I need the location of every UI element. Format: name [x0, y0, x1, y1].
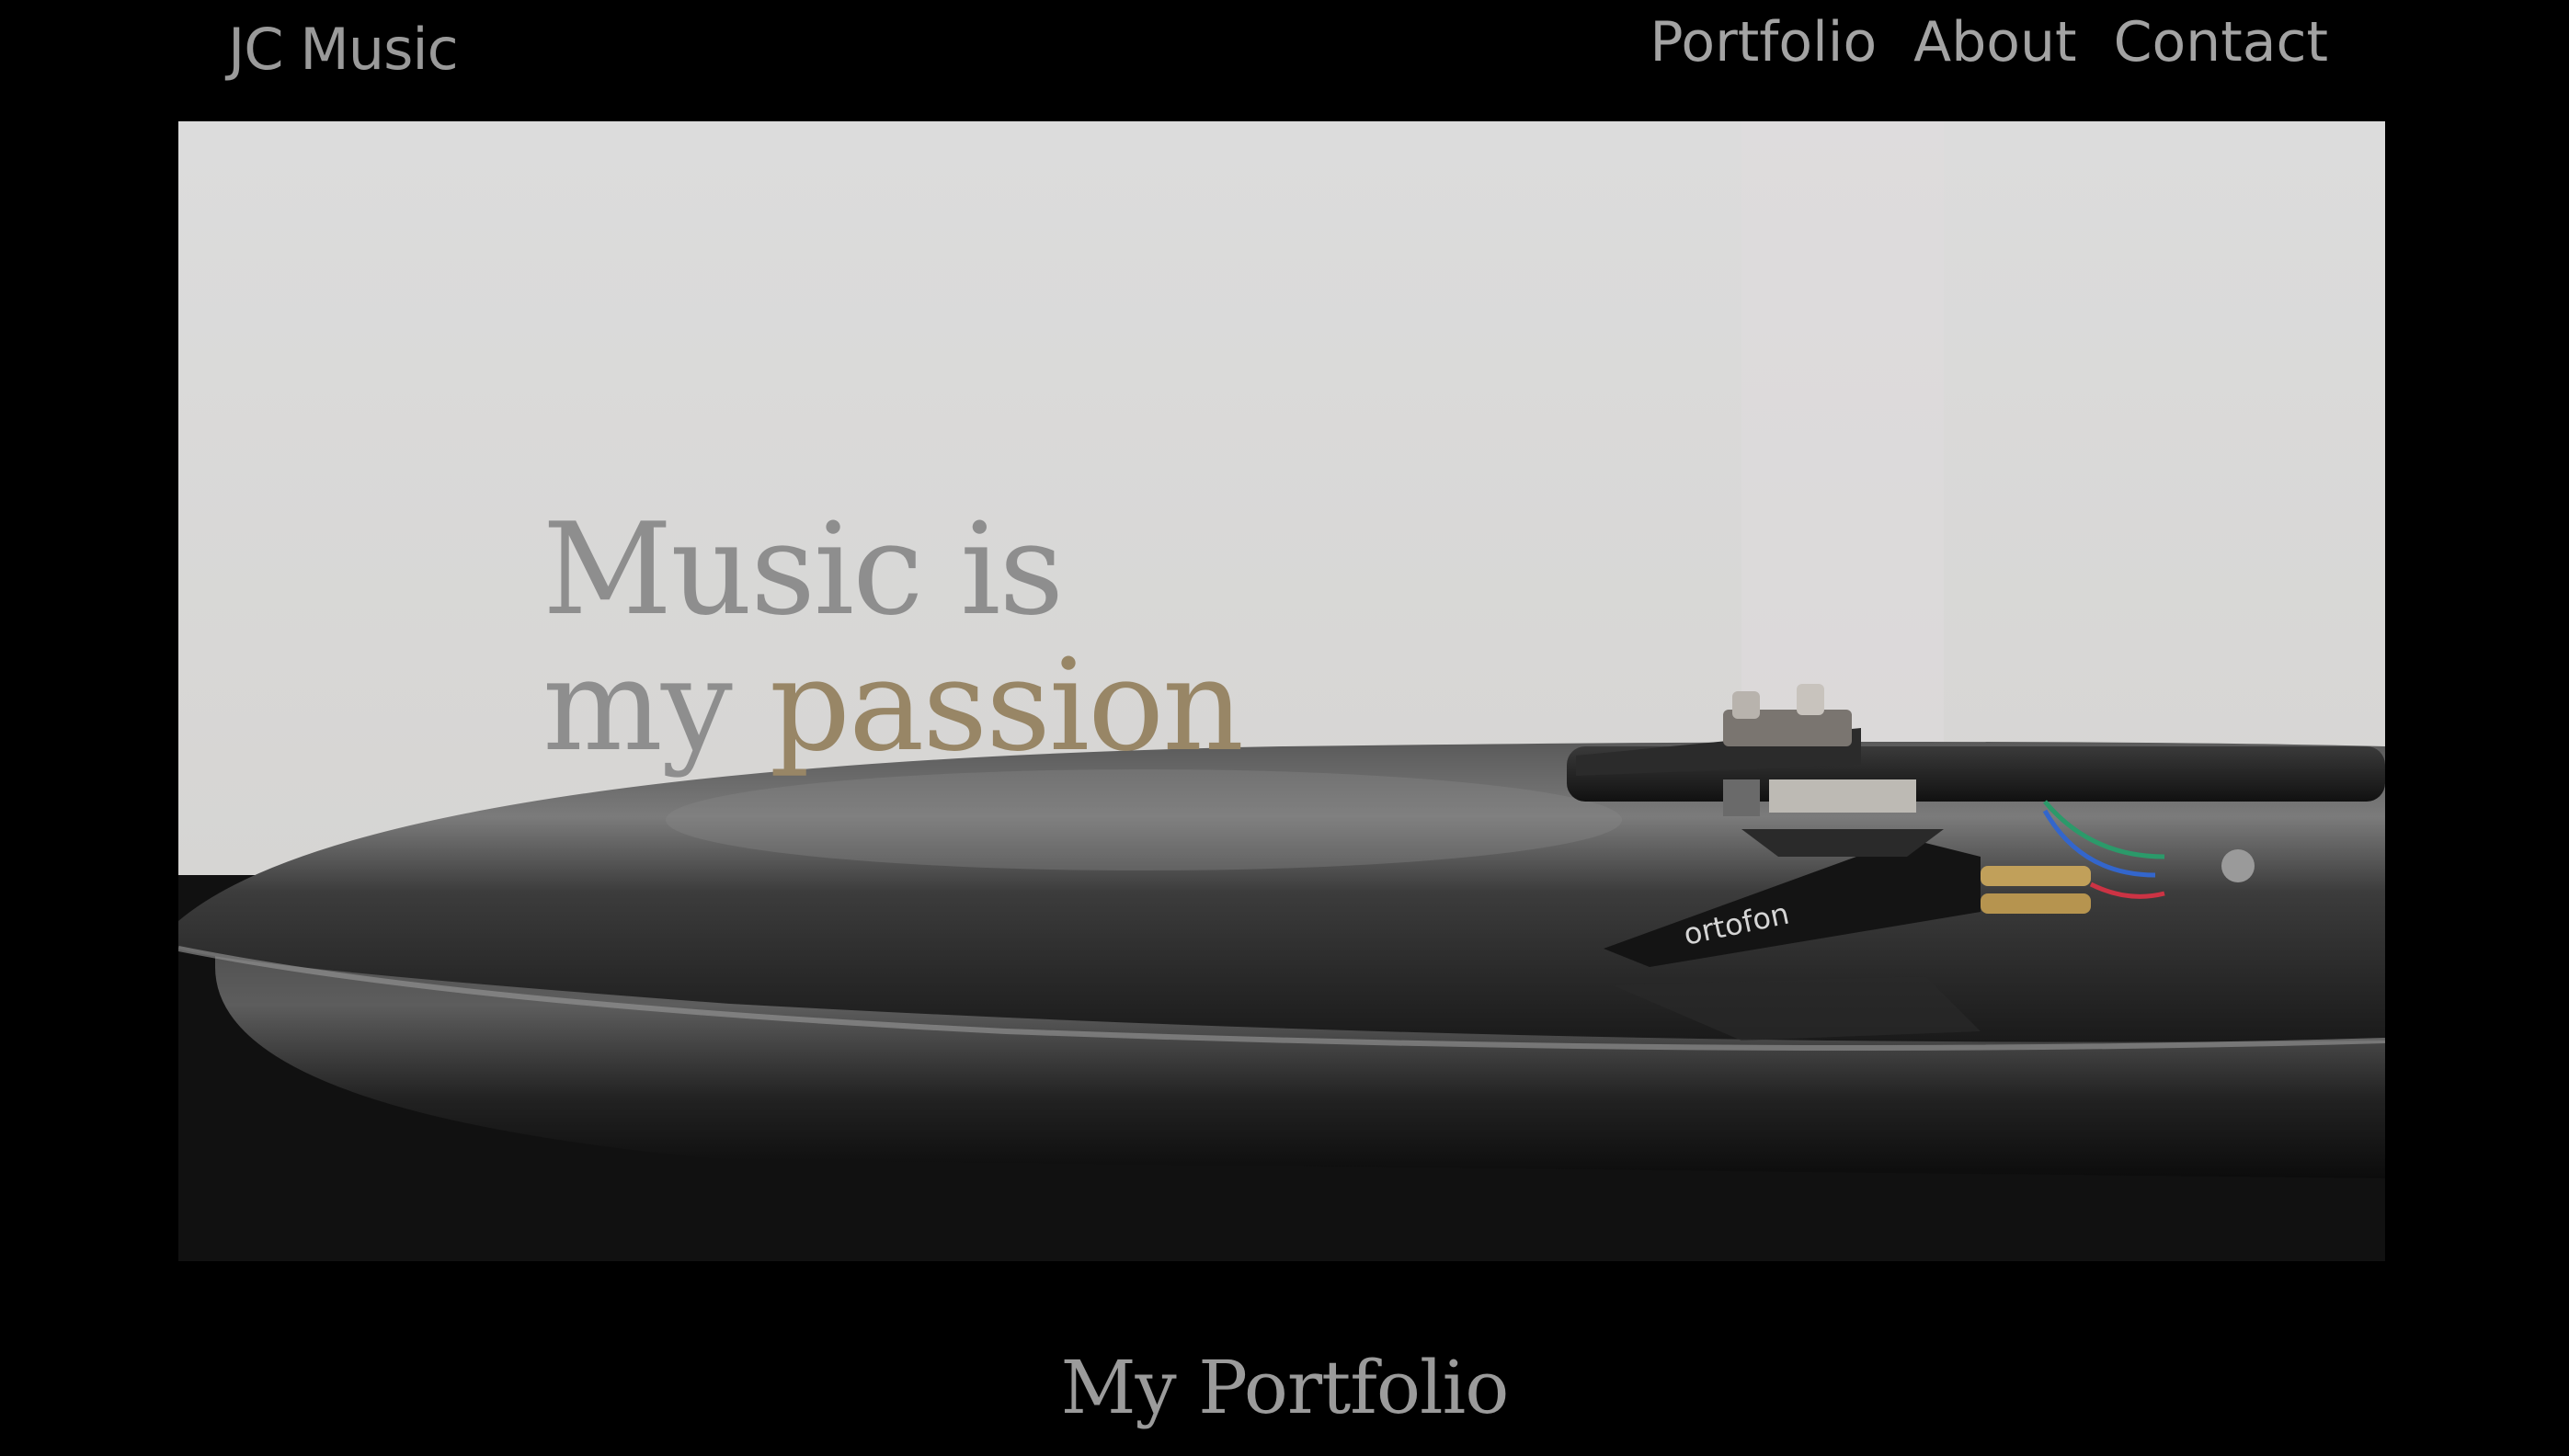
headline-line-2: my passion — [542, 638, 1244, 774]
hero-headline: Music is my passion — [542, 495, 1244, 774]
page: JC Music Portfolio About Contact ortofon… — [0, 0, 2569, 1456]
headline-word-my: my — [542, 631, 733, 779]
portfolio-section-title: My Portfolio — [1060, 1345, 1510, 1430]
brand-logo-text[interactable]: JC Music — [228, 13, 459, 86]
nav-link-about[interactable]: About — [1913, 6, 2076, 79]
nav-link-contact[interactable]: Contact — [2114, 6, 2328, 79]
hero-image: ortofon Music is my passion — [178, 121, 2385, 1261]
nav-link-portfolio[interactable]: Portfolio — [1650, 6, 1877, 79]
headline-accent-passion: passion — [769, 631, 1244, 779]
main-nav: Portfolio About Contact — [1650, 6, 2328, 79]
headline-line-1: Music is — [542, 495, 1064, 643]
turntable-illustration: ortofon — [178, 121, 2385, 1261]
